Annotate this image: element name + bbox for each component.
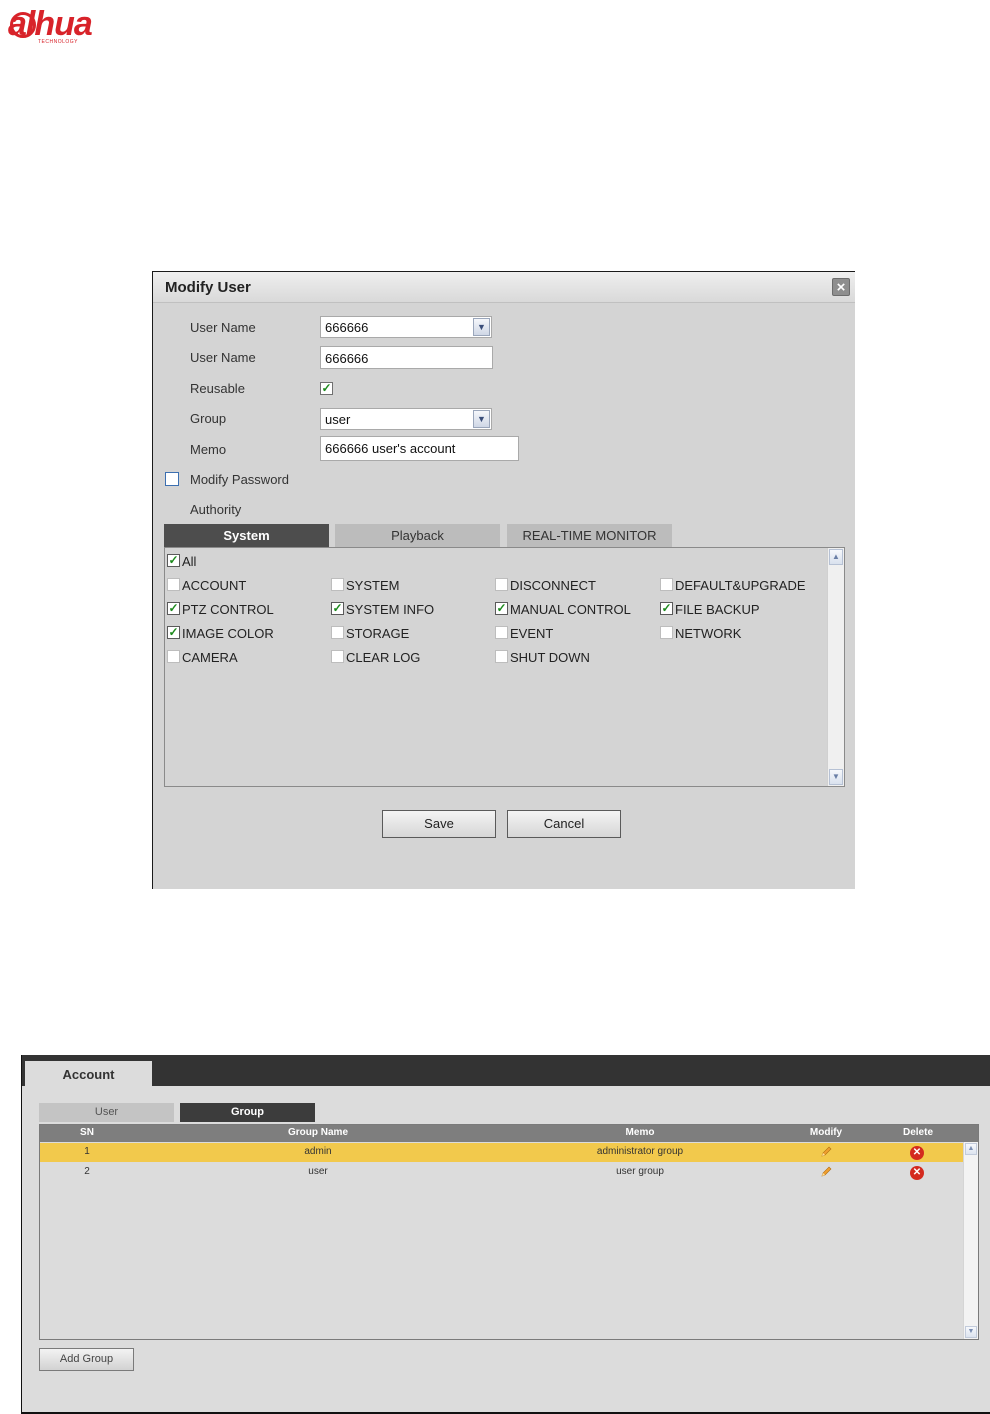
chevron-down-icon[interactable]: ▼ — [473, 410, 490, 428]
memo-label: Memo — [190, 442, 227, 457]
permission-checkbox[interactable] — [660, 578, 673, 591]
dahua-logo: alhua TECHNOLOGY — [8, 6, 128, 46]
permission-checkbox[interactable] — [495, 650, 508, 663]
permission-checkbox[interactable]: ✓ — [495, 602, 508, 615]
permission-label: FILE BACKUP — [675, 602, 760, 617]
permission-list: ✓ All ACCOUNT SYSTEM DISCONNECT DEFAULT&… — [164, 547, 845, 787]
permission-checkbox[interactable]: ✓ — [660, 602, 673, 615]
tab-realtime-monitor[interactable]: REAL-TIME MONITOR — [507, 524, 672, 547]
permission-label: CLEAR LOG — [346, 650, 421, 665]
table-header: SN Group Name Memo Modify Delete — [40, 1125, 978, 1142]
user-name-input-value: 666666 — [325, 351, 369, 366]
column-delete: Delete — [902, 1127, 934, 1138]
column-group-name: Group Name — [287, 1127, 349, 1138]
cell-group-name: user — [308, 1166, 328, 1177]
reusable-checkbox[interactable]: ✓ — [320, 382, 333, 395]
permission-label: NETWORK — [675, 626, 742, 641]
cell-sn: 1 — [84, 1146, 90, 1157]
permission-scrollbar[interactable]: ▲ ▼ — [827, 548, 844, 786]
permission-all-label: All — [182, 554, 197, 569]
permission-checkbox[interactable] — [331, 626, 344, 639]
permission-label: STORAGE — [346, 626, 410, 641]
delete-icon[interactable]: ✕ — [910, 1166, 924, 1180]
permission-label: SHUT DOWN — [510, 650, 590, 665]
account-panel: Account User Group SN Group Name Memo Mo… — [21, 1055, 990, 1414]
tab-playback[interactable]: Playback — [335, 524, 500, 547]
user-name-label: User Name — [190, 320, 256, 335]
group-select[interactable]: user ▼ — [320, 408, 492, 430]
tab-system[interactable]: System — [164, 524, 329, 547]
dialog-title: Modify User — [165, 279, 251, 296]
permission-label: IMAGE COLOR — [182, 626, 274, 641]
permission-checkbox[interactable] — [167, 650, 180, 663]
column-sn: SN — [80, 1127, 94, 1138]
permission-label: ACCOUNT — [182, 578, 247, 593]
cell-memo: administrator group — [596, 1146, 684, 1157]
permission-checkbox[interactable] — [331, 578, 344, 591]
user-name-input[interactable]: 666666 — [320, 346, 493, 369]
cell-group-name: admin — [304, 1146, 332, 1157]
scroll-up-icon[interactable]: ▲ — [829, 549, 843, 565]
permission-checkbox[interactable]: ✓ — [167, 602, 180, 615]
permission-label: EVENT — [510, 626, 554, 641]
logo-tagline: TECHNOLOGY — [38, 39, 79, 45]
scroll-down-icon[interactable]: ▼ — [829, 769, 843, 785]
logo-wordmark: alhua — [8, 5, 93, 43]
permission-checkbox[interactable]: ✓ — [331, 602, 344, 615]
scroll-up-icon[interactable]: ▲ — [965, 1143, 977, 1155]
account-tab-bar: Account — [22, 1055, 990, 1086]
table-scrollbar[interactable]: ▲ ▼ — [963, 1142, 978, 1339]
permission-checkbox[interactable] — [495, 578, 508, 591]
tab-account[interactable]: Account — [25, 1061, 152, 1086]
permission-label: SYSTEM INFO — [346, 602, 435, 617]
user-name-select-value: 666666 — [325, 320, 369, 335]
table-row[interactable]: 1 admin administrator group ✕ — [40, 1143, 964, 1162]
group-table: SN Group Name Memo Modify Delete 1 admin… — [39, 1124, 979, 1340]
user-name-select[interactable]: 666666 ▼ — [320, 316, 492, 338]
add-group-button[interactable]: Add Group — [39, 1348, 134, 1371]
user-name2-label: User Name — [190, 350, 256, 365]
permission-checkbox[interactable]: ✓ — [167, 626, 180, 639]
permission-label: CAMERA — [182, 650, 238, 665]
memo-input[interactable]: 666666 user's account — [320, 436, 519, 461]
edit-pencil-icon[interactable] — [819, 1145, 833, 1159]
modify-password-label: Modify Password — [190, 472, 289, 487]
close-icon[interactable]: × — [832, 278, 850, 296]
table-row[interactable]: 2 user user group ✕ — [40, 1163, 964, 1182]
cell-memo: user group — [616, 1166, 664, 1177]
modify-password-checkbox[interactable] — [165, 472, 179, 486]
memo-input-value: 666666 user's account — [325, 441, 456, 456]
permission-checkbox[interactable] — [167, 578, 180, 591]
permission-label: PTZ CONTROL — [182, 602, 274, 617]
permission-label: DEFAULT&UPGRADE — [675, 578, 806, 593]
authority-label: Authority — [190, 502, 242, 517]
delete-icon[interactable]: ✕ — [910, 1146, 924, 1160]
edit-pencil-icon[interactable] — [819, 1165, 833, 1179]
permission-checkbox[interactable] — [331, 650, 344, 663]
reusable-label: Reusable — [190, 381, 245, 396]
save-button[interactable]: Save — [382, 810, 496, 838]
modify-user-dialog: Modify User × User Name 666666 ▼ User Na… — [152, 271, 855, 889]
group-label: Group — [190, 411, 227, 426]
cell-sn: 2 — [84, 1166, 90, 1177]
permission-label: MANUAL CONTROL — [510, 602, 631, 617]
tab-group[interactable]: Group — [180, 1103, 315, 1122]
permission-label: DISCONNECT — [510, 578, 596, 593]
permission-checkbox[interactable] — [495, 626, 508, 639]
cancel-button[interactable]: Cancel — [507, 810, 621, 838]
column-modify: Modify — [809, 1127, 843, 1138]
tab-user[interactable]: User — [39, 1103, 174, 1122]
permission-checkbox[interactable] — [660, 626, 673, 639]
dialog-header: Modify User × — [153, 272, 855, 303]
permission-label: SYSTEM — [346, 578, 400, 593]
column-memo: Memo — [625, 1127, 655, 1138]
scroll-down-icon[interactable]: ▼ — [965, 1326, 977, 1338]
group-select-value: user — [325, 412, 351, 427]
chevron-down-icon[interactable]: ▼ — [473, 318, 490, 336]
permission-all-checkbox[interactable]: ✓ — [167, 554, 180, 567]
